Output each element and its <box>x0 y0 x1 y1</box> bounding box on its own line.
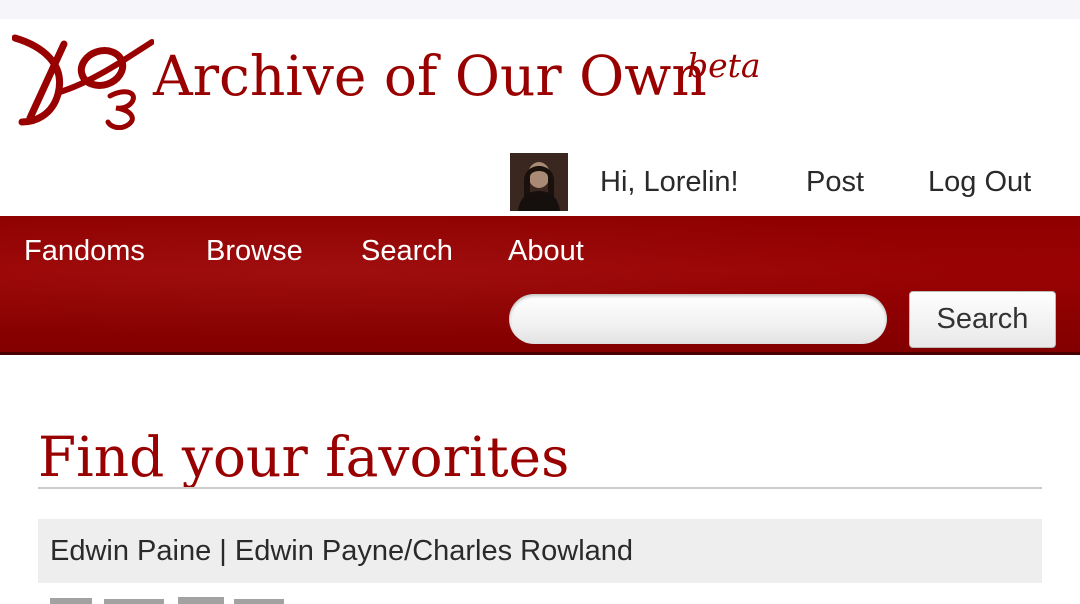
user-avatar[interactable] <box>510 153 568 211</box>
logout-link[interactable]: Log Out <box>928 162 1031 202</box>
post-link[interactable]: Post <box>806 162 864 202</box>
nav-fandoms[interactable]: Fandoms <box>24 232 145 270</box>
search-button[interactable]: Search <box>909 291 1056 348</box>
next-favorite-partial <box>50 597 284 604</box>
nav-browse[interactable]: Browse <box>206 232 303 270</box>
user-greeting[interactable]: Hi, Lorelin! <box>600 162 739 202</box>
page-heading: Find your favorites <box>38 425 570 489</box>
beta-label: beta <box>687 46 761 85</box>
top-strip <box>0 0 1080 19</box>
ao3-logo-icon[interactable] <box>12 30 154 130</box>
favorite-tag-item[interactable]: Edwin Paine | Edwin Payne/Charles Rowlan… <box>38 519 1042 583</box>
site-title[interactable]: Archive of Our Own <box>153 40 707 112</box>
nav-search[interactable]: Search <box>361 232 453 270</box>
search-input[interactable] <box>509 294 887 344</box>
heading-divider <box>38 487 1042 489</box>
nav-about[interactable]: About <box>508 232 584 270</box>
